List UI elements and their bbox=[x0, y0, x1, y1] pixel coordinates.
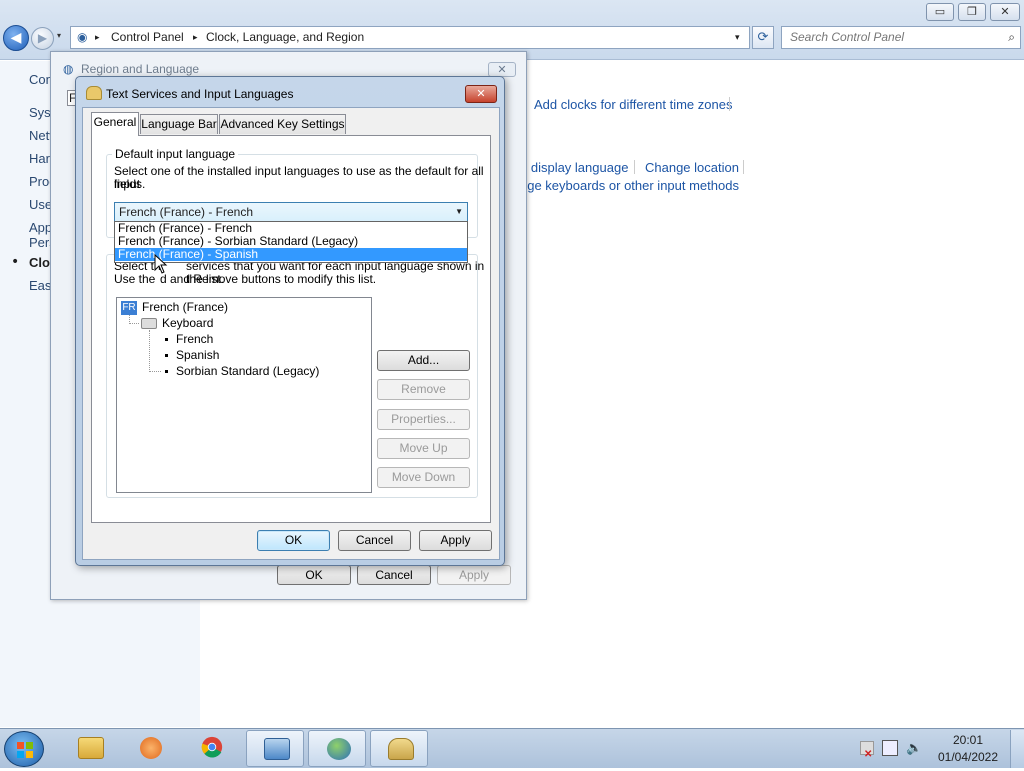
address-dropdown-icon[interactable]: ▾ bbox=[735, 27, 740, 48]
apply-button: Apply bbox=[437, 565, 511, 585]
tree-node-label: French bbox=[176, 332, 214, 346]
move-up-button: Move Up bbox=[377, 438, 470, 459]
tree-node-keyboard[interactable]: French bbox=[165, 332, 213, 346]
start-button[interactable] bbox=[4, 731, 44, 767]
forward-button[interactable]: ▶ bbox=[31, 27, 54, 50]
tree-line bbox=[129, 315, 139, 324]
media-player-icon bbox=[140, 737, 162, 759]
properties-button: Properties... bbox=[377, 409, 470, 430]
volume-icon[interactable]: 🔈 bbox=[906, 740, 922, 756]
keyboard-icon bbox=[388, 738, 414, 760]
cancel-button[interactable]: Cancel bbox=[357, 565, 431, 585]
link-separator bbox=[729, 97, 730, 111]
tree-node-label: Spanish bbox=[176, 348, 220, 362]
breadcrumb-separator: ▸ bbox=[193, 32, 198, 42]
text-services-dialog: Text Services and Input Languages ✕ Gene… bbox=[75, 76, 505, 566]
tree-node-label: Keyboard bbox=[162, 316, 214, 330]
description-text: fields. bbox=[114, 177, 146, 191]
selected-value: French (France) - French bbox=[119, 205, 254, 219]
close-button[interactable]: ✕ bbox=[488, 62, 516, 77]
bullet-icon bbox=[165, 338, 168, 342]
tree-node-label: French (France) bbox=[142, 300, 229, 314]
tree-node-label: Sorbian Standard (Legacy) bbox=[176, 364, 320, 378]
taskbar-item-chrome[interactable] bbox=[183, 730, 241, 767]
ok-button[interactable]: OK bbox=[277, 565, 351, 585]
tree-line bbox=[149, 330, 161, 372]
current-category-bullet: • bbox=[11, 254, 20, 270]
tab-general[interactable]: General bbox=[91, 112, 139, 136]
sidebar-item-appearance[interactable]: App bbox=[29, 220, 52, 235]
taskbar-item-control-panel[interactable] bbox=[246, 730, 304, 767]
change-location-link[interactable]: Change location bbox=[645, 160, 739, 175]
tree-node-keyboard[interactable]: Spanish bbox=[165, 348, 219, 362]
installed-services-tree[interactable]: FR French (France) Keyboard French Spanis… bbox=[116, 297, 372, 493]
language-badge: FR bbox=[121, 300, 137, 315]
link-separator bbox=[743, 160, 744, 174]
globe-icon: ◍ bbox=[63, 62, 74, 76]
change-display-language-link[interactable]: e display language bbox=[520, 160, 628, 175]
cancel-button[interactable]: Cancel bbox=[338, 530, 411, 551]
tab-advanced-key-settings[interactable]: Advanced Key Settings bbox=[219, 114, 346, 134]
taskbar-item-region-language[interactable] bbox=[308, 730, 366, 767]
dialog-title: Text Services and Input Languages bbox=[106, 87, 294, 101]
apply-button[interactable]: Apply bbox=[419, 530, 492, 551]
remove-button: Remove bbox=[377, 379, 470, 400]
default-input-language-select[interactable]: French (France) - French ▼ bbox=[114, 202, 468, 222]
keyboard-icon bbox=[141, 318, 157, 330]
dialog-client-area: General Language Bar Advanced Key Settin… bbox=[82, 107, 500, 560]
tree-node-language[interactable]: FR French (France) bbox=[121, 300, 228, 315]
ok-button[interactable]: OK bbox=[257, 530, 330, 551]
tab-language-bar[interactable]: Language Bar bbox=[140, 114, 218, 134]
back-button[interactable]: ◀ bbox=[3, 25, 29, 51]
mouse-cursor-icon bbox=[154, 254, 168, 274]
search-input[interactable]: Search Control Panel ⌕ bbox=[781, 26, 1021, 49]
clock-date[interactable]: 01/04/2022 bbox=[935, 750, 1001, 764]
taskbar-item-windows-explorer[interactable] bbox=[61, 730, 119, 767]
windows-logo-icon bbox=[17, 742, 33, 758]
control-panel-icon bbox=[264, 738, 290, 760]
taskbar-item-text-services[interactable] bbox=[370, 730, 428, 767]
breadcrumb-separator: ▸ bbox=[95, 32, 100, 42]
globe-icon bbox=[327, 738, 351, 760]
search-icon[interactable]: ⌕ bbox=[1008, 27, 1015, 48]
search-placeholder: Search Control Panel bbox=[790, 30, 905, 44]
network-icon[interactable] bbox=[882, 740, 898, 756]
chevron-down-icon[interactable]: ▼ bbox=[455, 203, 463, 221]
taskbar-item-media-player[interactable] bbox=[121, 730, 179, 767]
description-text-tail: d and Remove buttons to modify this list… bbox=[160, 272, 377, 286]
folder-icon bbox=[78, 737, 104, 759]
dialog-title: Region and Language bbox=[81, 62, 200, 76]
bullet-icon bbox=[165, 370, 168, 374]
refresh-button[interactable]: ⟳ bbox=[752, 26, 774, 49]
maximize-button[interactable]: ❐ bbox=[958, 3, 986, 21]
move-down-button: Move Down bbox=[377, 467, 470, 488]
minimize-button[interactable]: ▭ bbox=[926, 3, 954, 21]
chrome-icon bbox=[201, 736, 223, 758]
tree-node-keyboard-group[interactable]: Keyboard bbox=[141, 316, 213, 330]
clock-time[interactable]: 20:01 bbox=[935, 733, 1001, 747]
control-panel-icon: ◉ bbox=[77, 30, 88, 44]
keyboard-icon bbox=[86, 86, 102, 100]
description-text: Select one of the installed input langua… bbox=[114, 164, 484, 191]
change-keyboards-link[interactable]: nge keyboards or other input methods bbox=[520, 178, 739, 193]
address-bar[interactable]: ◉ ▸ Control Panel ▸ Clock, Language, and… bbox=[70, 26, 750, 49]
breadcrumb-clock-language-region[interactable]: Clock, Language, and Region bbox=[206, 27, 364, 48]
group-label: Default input language bbox=[112, 147, 239, 161]
bullet-icon bbox=[165, 354, 168, 358]
close-button[interactable]: ✕ bbox=[990, 3, 1020, 21]
add-button[interactable]: Add... bbox=[377, 350, 470, 371]
show-desktop-button[interactable] bbox=[1010, 730, 1024, 768]
tree-node-keyboard[interactable]: Sorbian Standard (Legacy) bbox=[165, 364, 319, 378]
description-text-head: Use the bbox=[114, 272, 156, 286]
breadcrumb-control-panel[interactable]: Control Panel bbox=[111, 27, 184, 48]
error-flag-icon: ✕ bbox=[864, 749, 873, 760]
close-button[interactable]: ✕ bbox=[465, 85, 497, 103]
general-tab-panel: Default input language Select one of the… bbox=[91, 135, 491, 523]
link-separator bbox=[634, 160, 635, 174]
add-clocks-link[interactable]: Add clocks for different time zones bbox=[534, 97, 732, 112]
recent-pages-dropdown[interactable]: ▾ bbox=[57, 31, 67, 43]
